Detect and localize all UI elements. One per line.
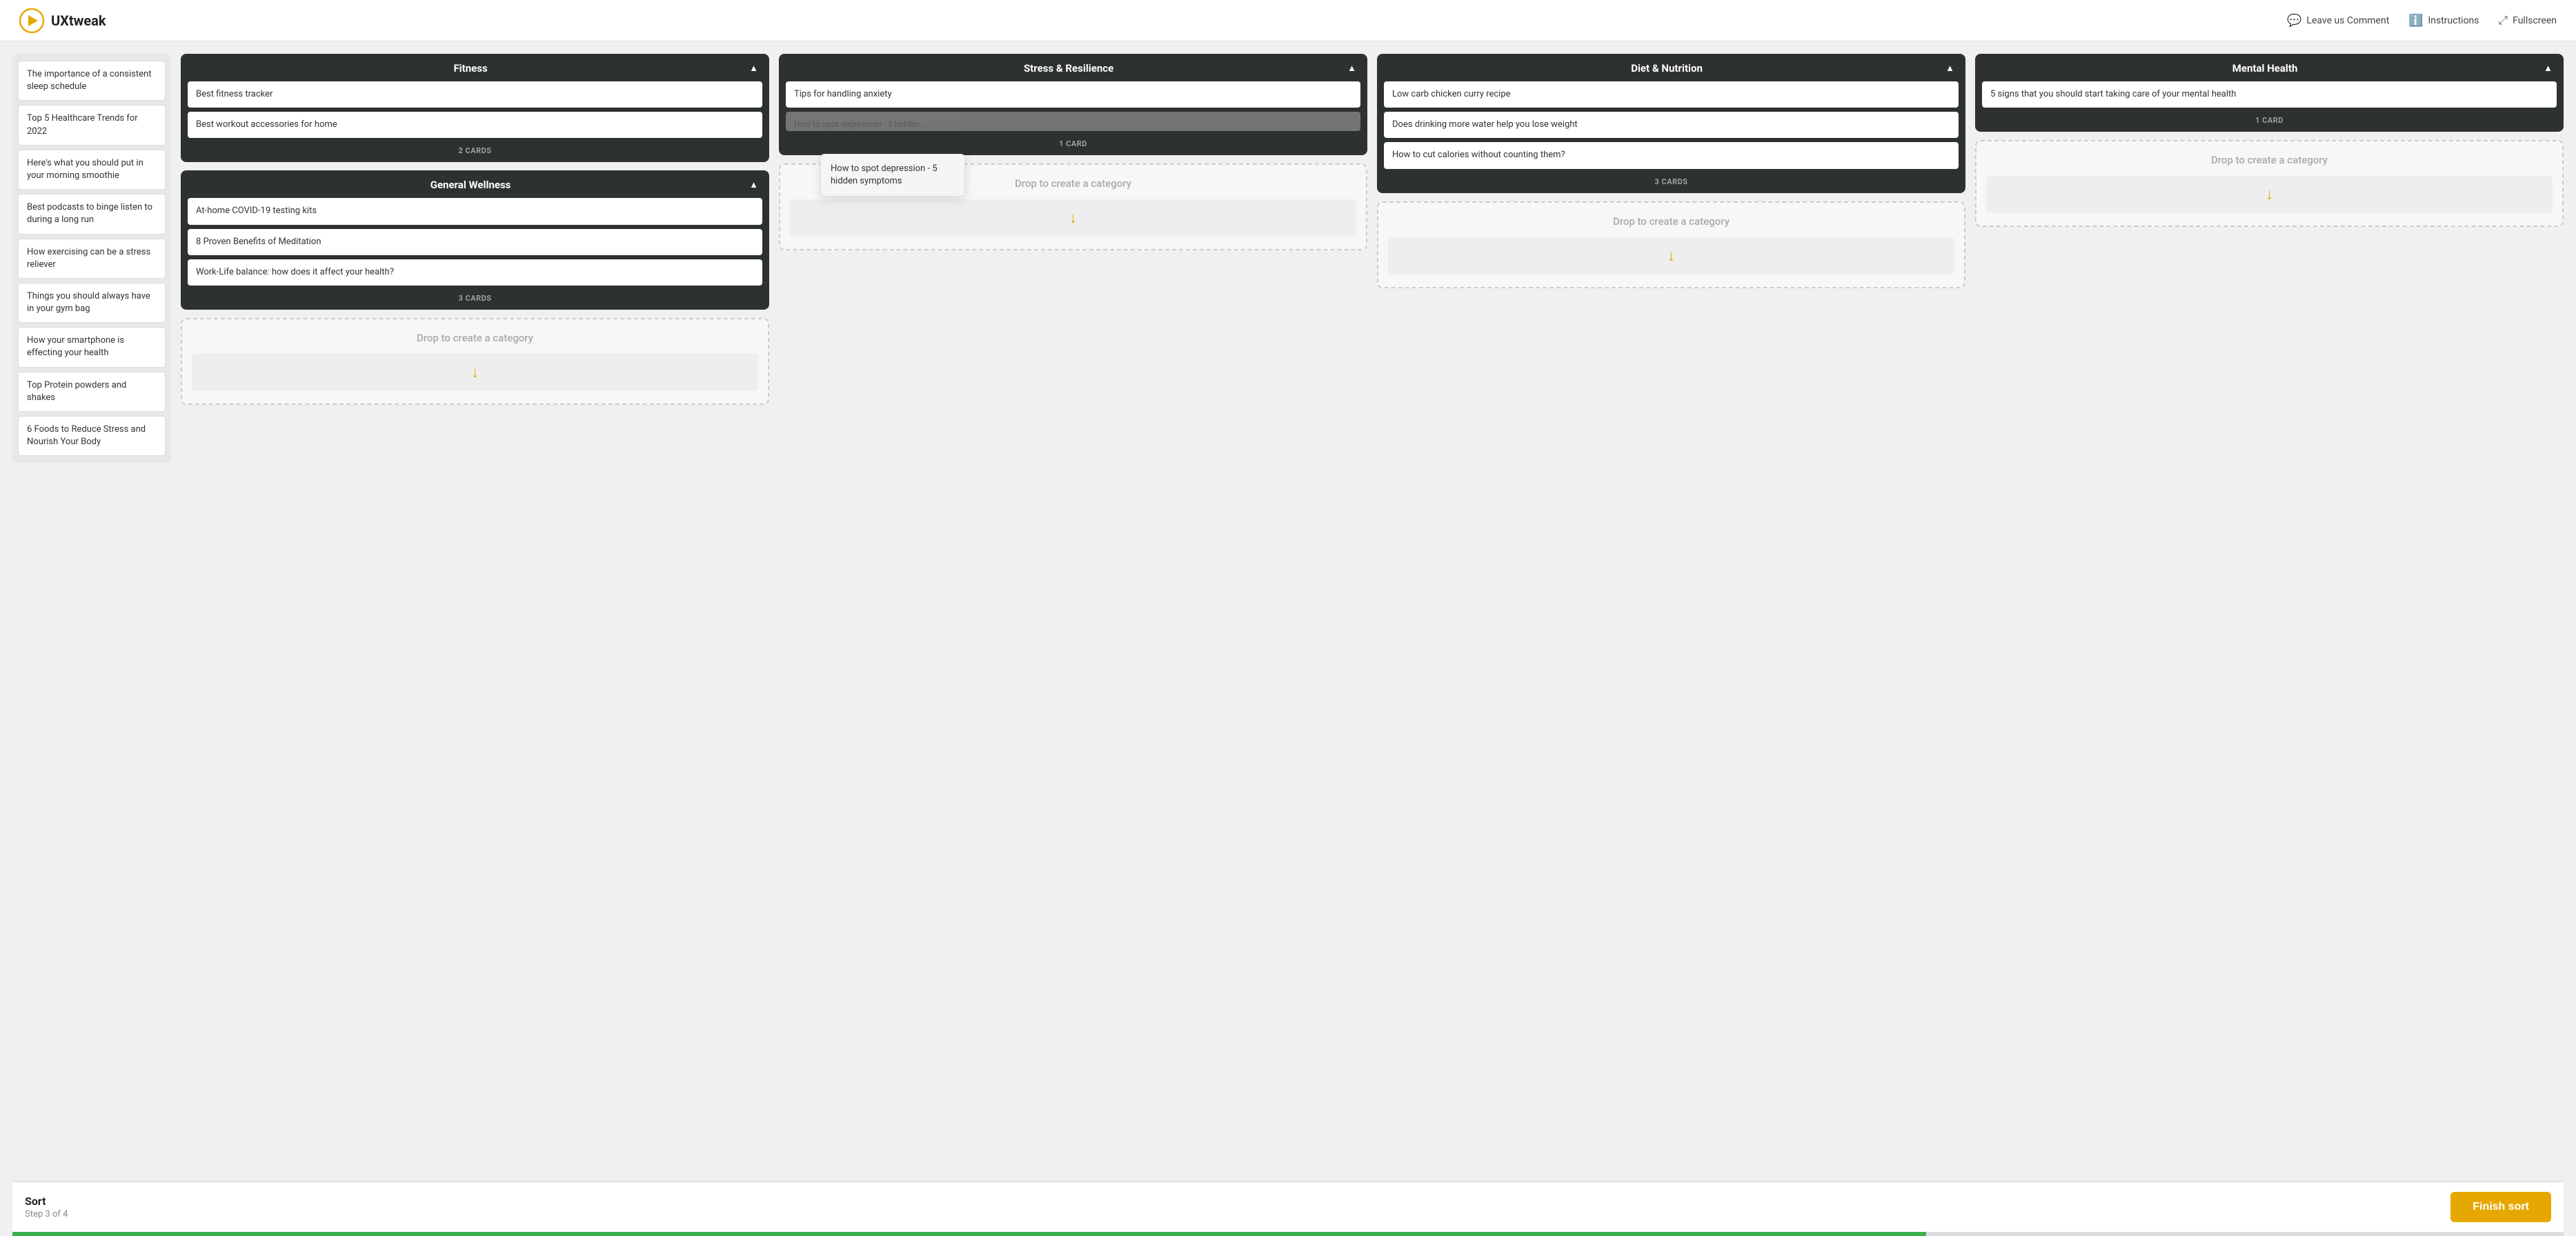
fullscreen-label: Fullscreen <box>2513 15 2557 26</box>
diet-header: Diet & Nutrition ▲ <box>1377 54 1965 81</box>
mental-items: 5 signs that you should start taking car… <box>1975 81 2564 108</box>
list-item[interactable]: Best podcasts to binge listen to during … <box>18 194 166 234</box>
fitness-card-count: 2 CARDS <box>181 138 769 162</box>
drop-arrow-icon: ↓ <box>2266 186 2273 203</box>
fitness-drop-zone[interactable]: Drop to create a category ↓ <box>181 318 769 405</box>
list-item[interactable]: Low carb chicken curry recipe <box>1384 81 1959 108</box>
list-item[interactable]: 8 Proven Benefits of Meditation <box>188 229 762 255</box>
mental-category-card: Mental Health ▲ 5 signs that you should … <box>1975 54 2564 132</box>
logo-area: UXtweak <box>19 8 106 33</box>
main-container: The importance of a consistent sleep sch… <box>0 41 2576 1236</box>
mental-title: Mental Health <box>1986 62 2544 74</box>
sort-area: Fitness ▲ Best fitness tracker Best work… <box>181 54 2564 405</box>
progress-bar-fill <box>12 1232 1926 1236</box>
list-item[interactable]: Best workout accessories for home <box>188 112 762 138</box>
list-item[interactable]: How exercising can be a stress reliever <box>18 239 166 279</box>
general-wellness-items: At-home COVID-19 testing kits 8 Proven B… <box>181 198 769 286</box>
stress-chevron-icon[interactable]: ▲ <box>1347 63 1356 74</box>
drop-zone-inner: ↓ <box>192 354 758 391</box>
header-actions: 💬 Leave us Comment ℹ️ Instructions ⤢ Ful… <box>2287 14 2557 28</box>
drop-arrow-icon: ↓ <box>1667 247 1675 265</box>
stress-column: Stress & Resilience ▲ Tips for handling … <box>779 54 1367 250</box>
drop-zone-inner: ↓ <box>790 199 1356 237</box>
fitness-title: Fitness <box>192 62 749 74</box>
fitness-items: Best fitness tracker Best workout access… <box>181 81 769 138</box>
list-item[interactable]: How to spot depression - 5 hidden... <box>786 112 1360 131</box>
list-item[interactable]: At-home COVID-19 testing kits <box>188 198 762 224</box>
stress-header: Stress & Resilience ▲ <box>779 54 1367 81</box>
list-item[interactable]: Tips for handling anxiety <box>786 81 1360 108</box>
list-item[interactable]: 5 signs that you should start taking car… <box>1982 81 2557 108</box>
mental-column: Mental Health ▲ 5 signs that you should … <box>1975 54 2564 227</box>
header: UXtweak 💬 Leave us Comment ℹ️ Instructio… <box>0 0 2576 41</box>
list-item[interactable]: How to cut calories without counting the… <box>1384 142 1959 168</box>
list-item[interactable]: Here's what you should put in your morni… <box>18 150 166 190</box>
mental-chevron-icon[interactable]: ▲ <box>2544 63 2553 74</box>
progress-bar-container <box>12 1232 2564 1236</box>
fitness-header: Fitness ▲ <box>181 54 769 81</box>
general-wellness-title: General Wellness <box>192 179 749 191</box>
diet-category-card: Diet & Nutrition ▲ Low carb chicken curr… <box>1377 54 1965 193</box>
sort-step: Step 3 of 4 <box>25 1209 68 1219</box>
fitness-column: Fitness ▲ Best fitness tracker Best work… <box>181 54 769 405</box>
stress-category-card: Stress & Resilience ▲ Tips for handling … <box>779 54 1367 155</box>
categories-row: Fitness ▲ Best fitness tracker Best work… <box>181 54 2564 405</box>
drop-zone-label: Drop to create a category <box>1613 215 1730 228</box>
drop-zone-label: Drop to create a category <box>2211 154 2328 166</box>
mental-card-count: 1 CARD <box>1975 108 2564 132</box>
list-item[interactable]: 6 Foods to Reduce Stress and Nourish You… <box>18 416 166 456</box>
bottom-bar: Sort Step 3 of 4 Finish sort <box>12 1181 2564 1232</box>
app-container: UXtweak 💬 Leave us Comment ℹ️ Instructio… <box>0 0 2576 1236</box>
sort-title: Sort <box>25 1195 68 1208</box>
list-item[interactable]: Top 5 Healthcare Trends for 2022 <box>18 105 166 145</box>
sort-info: Sort Step 3 of 4 <box>25 1195 68 1219</box>
comment-label: Leave us Comment <box>2306 15 2389 26</box>
drop-arrow-icon: ↓ <box>1069 209 1077 227</box>
instructions-label: Instructions <box>2428 15 2479 26</box>
fitness-category-card: Fitness ▲ Best fitness tracker Best work… <box>181 54 769 162</box>
general-wellness-card-count: 3 CARDS <box>181 286 769 310</box>
list-item[interactable]: Does drinking more water help you lose w… <box>1384 112 1959 138</box>
cards-list-panel: The importance of a consistent sleep sch… <box>12 54 171 463</box>
fullscreen-icon: ⤢ <box>2499 14 2508 28</box>
mental-drop-zone[interactable]: Drop to create a category ↓ <box>1975 140 2564 227</box>
stress-items: Tips for handling anxiety How to spot de… <box>779 81 1367 131</box>
tooltip-card-text: How to spot depression - 5 hidden sympto… <box>831 163 938 186</box>
drop-zone-label: Drop to create a category <box>1015 177 1131 190</box>
diet-column: Diet & Nutrition ▲ Low carb chicken curr… <box>1377 54 1965 288</box>
general-wellness-header: General Wellness ▲ <box>181 170 769 198</box>
finish-sort-button[interactable]: Finish sort <box>2450 1192 2551 1222</box>
diet-title: Diet & Nutrition <box>1388 62 1945 74</box>
drop-zone-inner: ↓ <box>1986 176 2553 213</box>
general-wellness-chevron-icon[interactable]: ▲ <box>749 179 758 190</box>
info-icon: ℹ️ <box>2408 14 2423 28</box>
comment-icon: 💬 <box>2287 14 2301 28</box>
list-item[interactable]: How your smartphone is effecting your he… <box>18 327 166 367</box>
stress-card-count: 1 CARD <box>779 131 1367 155</box>
instructions-button[interactable]: ℹ️ Instructions <box>2408 14 2479 28</box>
list-item[interactable]: Top Protein powders and shakes <box>18 372 166 412</box>
fullscreen-button[interactable]: ⤢ Fullscreen <box>2499 14 2557 28</box>
leave-comment-button[interactable]: 💬 Leave us Comment <box>2287 14 2389 28</box>
diet-card-count: 3 CARDS <box>1377 169 1965 193</box>
logo-text: UXtweak <box>51 12 106 29</box>
diet-items: Low carb chicken curry recipe Does drink… <box>1377 81 1965 169</box>
list-item[interactable]: Things you should always have in your gy… <box>18 283 166 323</box>
drop-arrow-icon: ↓ <box>471 363 479 381</box>
content-area: The importance of a consistent sleep sch… <box>12 54 2564 1170</box>
list-item[interactable]: Work-Life balance: how does it affect yo… <box>188 259 762 286</box>
drop-zone-inner: ↓ <box>1388 237 1954 275</box>
list-item[interactable]: Best fitness tracker <box>188 81 762 108</box>
list-item[interactable]: The importance of a consistent sleep sch… <box>18 61 166 101</box>
logo-icon <box>19 8 44 33</box>
mental-header: Mental Health ▲ <box>1975 54 2564 81</box>
fitness-chevron-icon[interactable]: ▲ <box>749 63 758 74</box>
general-wellness-category-card: General Wellness ▲ At-home COVID-19 test… <box>181 170 769 310</box>
diet-chevron-icon[interactable]: ▲ <box>1945 63 1954 74</box>
drop-zone-label: Drop to create a category <box>417 332 533 344</box>
tooltip-card[interactable]: How to spot depression - 5 hidden sympto… <box>820 154 965 197</box>
stress-title: Stress & Resilience <box>790 62 1347 74</box>
diet-drop-zone[interactable]: Drop to create a category ↓ <box>1377 201 1965 288</box>
